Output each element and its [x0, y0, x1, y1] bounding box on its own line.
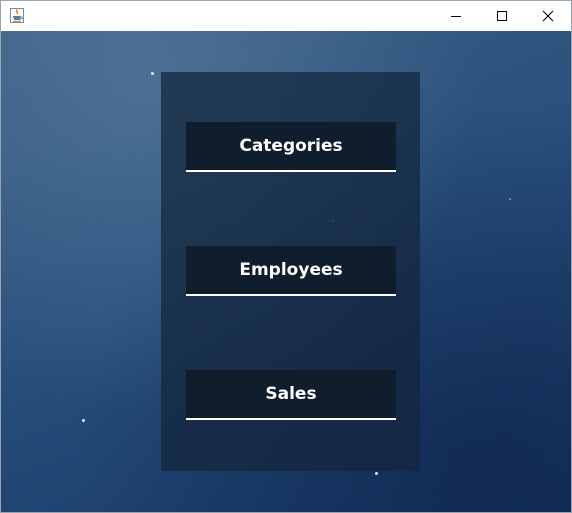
java-cup-icon	[10, 8, 24, 23]
sales-button-label: Sales	[265, 384, 317, 404]
star-speck	[375, 472, 378, 475]
categories-button[interactable]: Categories	[186, 122, 396, 172]
menu-panel: Categories Employees Sales	[161, 72, 420, 471]
close-button[interactable]	[525, 1, 571, 31]
employees-button-label: Employees	[239, 260, 343, 280]
app-window: Categories Employees Sales	[0, 0, 572, 513]
employees-button[interactable]: Employees	[186, 246, 396, 296]
close-icon	[542, 10, 554, 22]
categories-button-label: Categories	[239, 136, 343, 156]
star-speck	[509, 198, 511, 200]
background-area: Categories Employees Sales	[1, 31, 571, 512]
maximize-button[interactable]	[479, 1, 525, 31]
star-speck	[151, 72, 154, 75]
minimize-button[interactable]	[433, 1, 479, 31]
minimize-icon	[450, 10, 462, 22]
star-speck	[82, 419, 85, 422]
maximize-icon	[496, 10, 508, 22]
title-bar[interactable]	[1, 1, 571, 31]
sales-button[interactable]: Sales	[186, 370, 396, 420]
